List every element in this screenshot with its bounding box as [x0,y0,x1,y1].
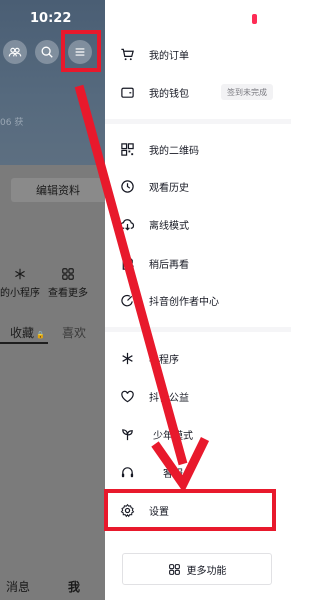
annotation-arrow [74,84,210,493]
